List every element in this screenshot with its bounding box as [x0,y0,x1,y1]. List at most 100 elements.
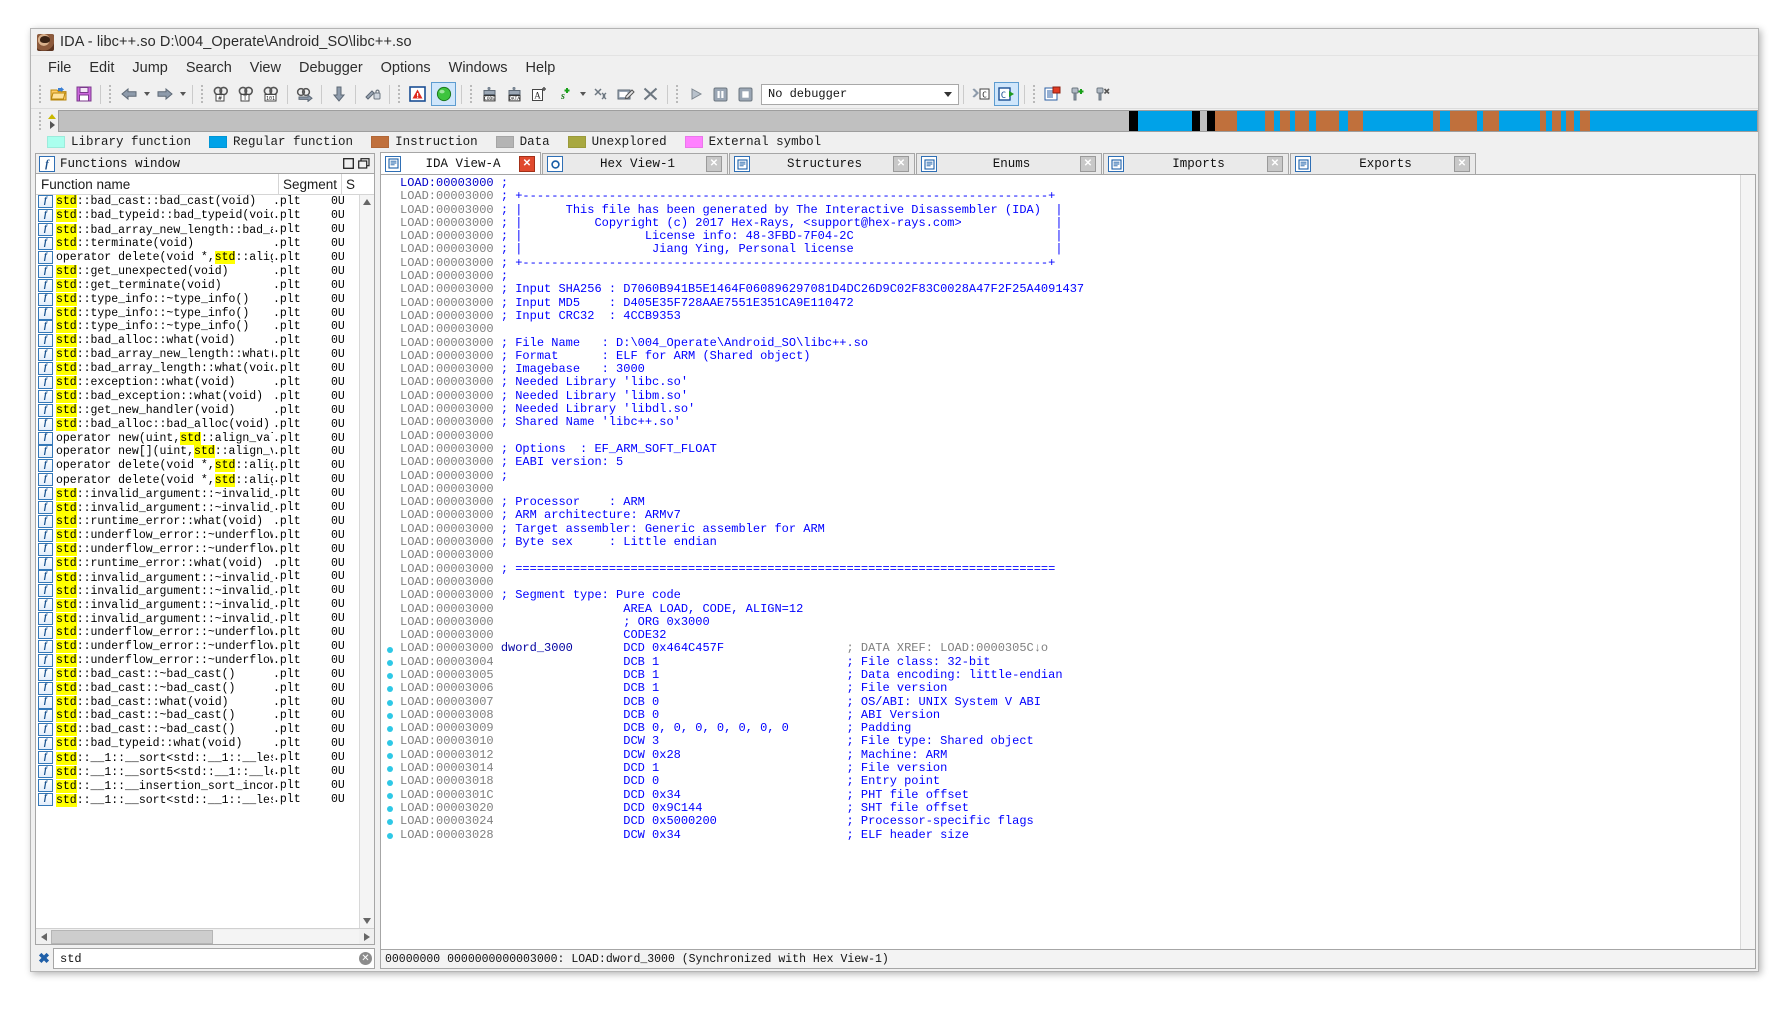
disassembly-line[interactable]: LOAD:00003000 ; Input MD5 : D405E35F728A… [400,297,1740,310]
disassembly-line[interactable]: LOAD:00003010 DCW 3 ; File type: Shared … [400,735,1740,748]
forward-nav-icon[interactable] [153,83,176,105]
menu-file[interactable]: File [39,58,80,78]
disassembly-line[interactable]: LOAD:00003020 DCD 0x9C144 ; SHT file off… [400,802,1740,815]
table-row[interactable]: fstd::terminate(void).plt0U [36,237,359,251]
disassembly-line[interactable]: LOAD:00003000 ; Input CRC32 : 4CCB9353 [400,310,1740,323]
hscroll-thumb[interactable] [51,930,213,944]
menu-search[interactable]: Search [177,58,241,78]
table-row[interactable]: fstd::underflow_error::~underflow_error(… [36,528,359,542]
disassembly-line[interactable]: LOAD:00003000 CODE32 [400,629,1740,642]
back-nav-icon[interactable] [117,83,140,105]
column-header-segment[interactable]: Segment [279,174,342,194]
tab-hex-view-1[interactable]: Hex View-1✕ [542,153,728,174]
table-row[interactable]: foperator delete(void *,std::align_val_t… [36,251,359,265]
disassembly-line[interactable]: LOAD:00003000 ; Format : ELF for ARM (Sh… [400,350,1740,363]
table-row[interactable]: fstd::bad_alloc::bad_alloc(void).plt0U [36,417,359,431]
disassembly-canvas[interactable]: LOAD:00003000 ;LOAD:00003000 ; +--------… [380,174,1756,950]
disassembly-vertical-scrollbar[interactable] [1740,175,1755,949]
menu-view[interactable]: View [241,58,290,78]
hscroll-track[interactable] [51,930,359,944]
column-header-function-name[interactable]: Function name [36,174,279,194]
table-row[interactable]: fstd::bad_cast::~bad_cast().plt0U [36,723,359,737]
table-row[interactable]: fstd::get_new_handler(void).plt0U [36,403,359,417]
disassembly-line[interactable]: LOAD:00003006 DCB 1 ; File version [400,682,1740,695]
disassembly-line[interactable]: LOAD:00003000 [400,576,1740,589]
table-row[interactable]: fstd::runtime_error::what(void).plt0U [36,514,359,528]
pause-icon[interactable] [709,83,732,105]
disassembly-line[interactable]: LOAD:00003000 ; File Name : D:\004_Opera… [400,337,1740,350]
table-row[interactable]: fstd::underflow_error::~underflow_error(… [36,640,359,654]
menu-windows[interactable]: Windows [440,58,517,78]
disassembly-line[interactable]: LOAD:00003000 ; Byte sex : Little endian [400,536,1740,549]
jump-down-icon[interactable] [327,83,350,105]
disassembly-line[interactable]: LOAD:00003000 AREA LOAD, CODE, ALIGN=12 [400,603,1740,616]
navigation-band[interactable] [58,110,1758,132]
disassembly-line[interactable]: LOAD:00003028 DCW 0x34 ; ELF header size [400,829,1740,842]
table-row[interactable]: fstd::bad_array_length::what(void).plt0U [36,362,359,376]
table-row[interactable]: fstd::bad_cast::~bad_cast().plt0U [36,667,359,681]
undefine-icon[interactable] [589,83,612,105]
disassembly-line[interactable]: LOAD:00003000 [400,483,1740,496]
table-row[interactable]: fstd::__1::__sort5<std::__1::__less<uch⋯… [36,765,359,779]
table-row[interactable]: fstd::invalid_argument::~invalid_argume⋯… [36,598,359,612]
delete-function-icon[interactable] [639,83,662,105]
make-struct-icon[interactable]: s [553,83,576,105]
disassembly-line[interactable]: LOAD:00003000 ; [400,470,1740,483]
close-tab-icon[interactable]: ✕ [706,156,722,172]
close-tab-icon[interactable]: ✕ [1080,156,1096,172]
detach-process-icon[interactable] [1091,83,1114,105]
navband-grip[interactable] [38,111,43,131]
table-row[interactable]: foperator new[](uint,std::align_val_t).p… [36,445,359,459]
debugger-select[interactable]: No debugger [761,84,959,105]
disassembly-line[interactable]: LOAD:00003000 ; Input SHA256 : D7060B941… [400,283,1740,296]
disassembly-line[interactable]: LOAD:00003000 ; Needed Library 'libm.so' [400,390,1740,403]
table-row[interactable]: fstd::type_info::~type_info().plt0U [36,306,359,320]
scroll-down-icon[interactable] [360,914,374,928]
toolbar-grip-3[interactable] [200,84,205,104]
table-row[interactable]: fstd::bad_typeid::what(void).plt0U [36,737,359,751]
disassembly-line[interactable]: LOAD:00003000 ; | License info: 48-3FBD-… [400,230,1740,243]
make-string-icon[interactable]: A [528,83,551,105]
attach-process-icon[interactable] [1066,83,1089,105]
scroll-left-icon[interactable] [36,930,51,944]
scroll-right-icon[interactable] [359,930,374,944]
disassembly-line[interactable]: LOAD:00003018 DCD 0 ; Entry point [400,775,1740,788]
table-row[interactable]: fstd::invalid_argument::~invalid_argume⋯… [36,612,359,626]
disassembly-line[interactable]: LOAD:00003005 DCB 1 ; Data encoding: lit… [400,669,1740,682]
functions-list-rows[interactable]: fstd::bad_cast::bad_cast(void).plt0Ufstd… [36,195,359,928]
disassembly-line[interactable]: LOAD:00003000 ; [400,270,1740,283]
close-tab-icon[interactable]: ✕ [1454,156,1470,172]
disassembly-line[interactable]: LOAD:00003000 ; EABI version: 5 [400,456,1740,469]
close-tab-icon[interactable]: ✕ [519,156,535,172]
table-row[interactable]: fstd::runtime_error::what(void).plt0U [36,556,359,570]
table-row[interactable]: fstd::bad_array_new_length::bad_array_n⋯… [36,223,359,237]
disassembly-line[interactable]: LOAD:00003000 ; +-----------------------… [400,257,1740,270]
disassembly-line[interactable]: LOAD:00003000 ; [400,177,1740,190]
table-row[interactable]: fstd::invalid_argument::~invalid_argume⋯… [36,570,359,584]
make-data-icon[interactable]: DATA [503,83,526,105]
run-green-icon[interactable] [431,82,456,106]
table-row[interactable]: fstd::invalid_argument::~invalid_argume⋯… [36,501,359,515]
disassembly-line[interactable]: LOAD:00003000 ; Options : EF_ARM_SOFT_FL… [400,443,1740,456]
no-breakpoint-icon[interactable] [361,83,384,105]
warning-icon[interactable] [406,83,429,105]
menu-debugger[interactable]: Debugger [290,58,372,78]
disassembly-line[interactable]: LOAD:00003000 [400,323,1740,336]
table-row[interactable]: fstd::underflow_error::~underflow_error(… [36,653,359,667]
toolbar-grip-6[interactable] [675,84,680,104]
tab-exports[interactable]: Exports✕ [1290,153,1476,174]
make-code-icon[interactable]: CODE [478,83,501,105]
search-sequence-icon[interactable]: 101 [259,83,282,105]
back-nav-dropdown-icon[interactable] [141,83,152,105]
disassembly-line[interactable]: LOAD:00003000 ; Target assembler: Generi… [400,523,1740,536]
tab-ida-view-a[interactable]: IDA View-A✕ [380,152,541,174]
make-struct-dropdown-icon[interactable] [577,83,588,105]
table-row[interactable]: fstd::bad_cast::~bad_cast().plt0U [36,709,359,723]
search-text-icon[interactable]: T [234,83,257,105]
decompile-off-icon[interactable]: C [969,83,992,105]
functions-search-input[interactable]: std ✕ [53,948,375,969]
toolbar-grip-2[interactable] [108,84,113,104]
disassembly-line[interactable]: LOAD:00003012 DCW 0x28 ; Machine: ARM [400,749,1740,762]
table-row[interactable]: fstd::invalid_argument::~invalid_argume⋯… [36,584,359,598]
tab-imports[interactable]: Imports✕ [1103,153,1289,174]
